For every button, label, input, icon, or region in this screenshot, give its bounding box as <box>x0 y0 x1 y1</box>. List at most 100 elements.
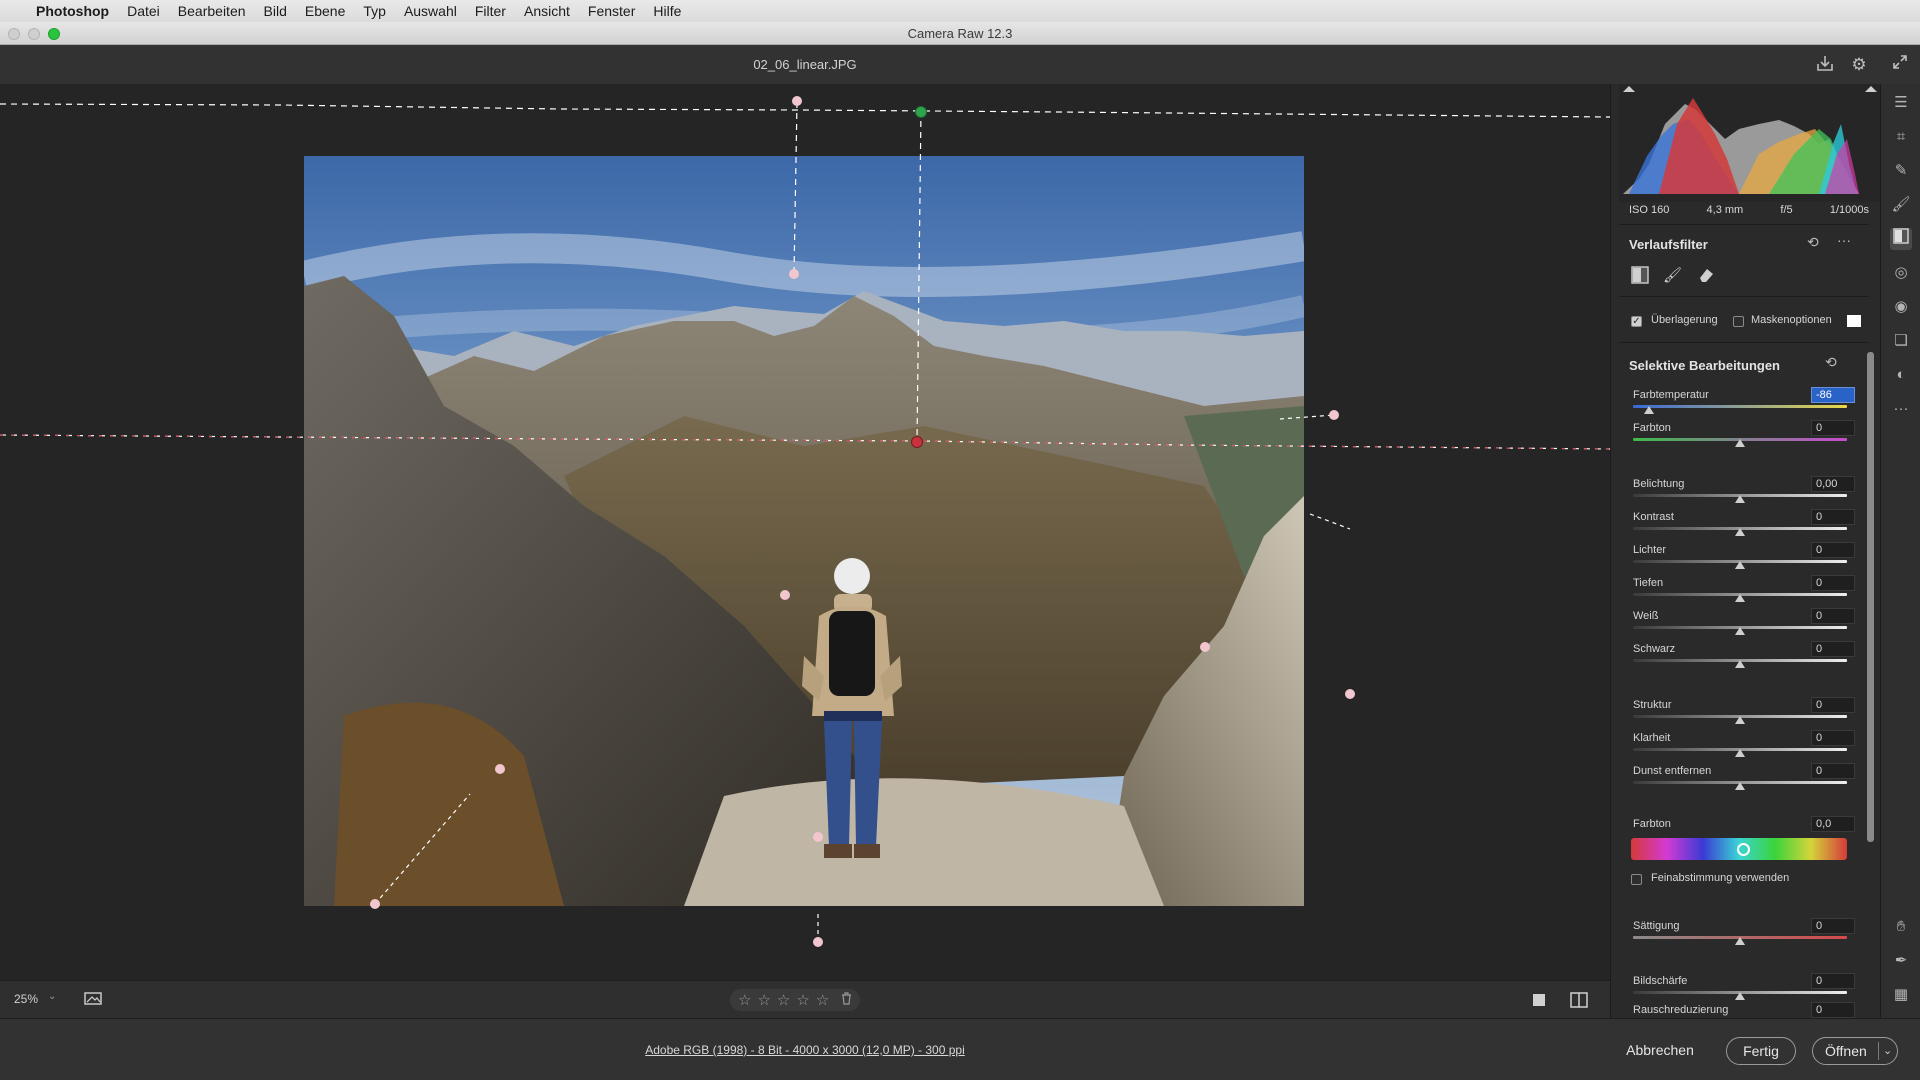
slider-value-input[interactable]: 0 <box>1811 973 1855 989</box>
star-5[interactable]: ☆ <box>816 991 829 1009</box>
slider-thumb[interactable] <box>1735 992 1745 1000</box>
mask-color-swatch[interactable] <box>1847 315 1861 327</box>
slider-saettigung[interactable]: Sättigung 0 <box>1633 918 1855 946</box>
menu-item-auswahl[interactable]: Auswahl <box>404 3 457 19</box>
slider-thumb[interactable] <box>1735 528 1745 536</box>
slider-thumb[interactable] <box>1735 561 1745 569</box>
slider-tiefen[interactable]: Tiefen 0 <box>1633 575 1855 603</box>
gradient-end-line[interactable] <box>0 103 1610 118</box>
slider-thumb[interactable] <box>1735 495 1745 503</box>
menu-item-hilfe[interactable]: Hilfe <box>653 3 681 19</box>
filmstrip-icon[interactable] <box>84 990 104 1013</box>
menu-app-name[interactable]: Photoshop <box>36 3 109 19</box>
slider-belichtung[interactable]: Belichtung 0,00 <box>1633 476 1855 504</box>
slider-value-input[interactable]: 0 <box>1811 420 1855 436</box>
done-button[interactable]: Fertig <box>1726 1037 1796 1065</box>
zoom-level[interactable]: 25% <box>14 992 38 1006</box>
image-canvas[interactable] <box>0 84 1610 980</box>
eraser-icon[interactable] <box>1697 266 1715 289</box>
red-eye-icon[interactable]: ◉ <box>1890 296 1912 318</box>
range-handle-right[interactable] <box>1200 642 1210 652</box>
slider-value-input[interactable]: 0 <box>1811 697 1855 713</box>
chevron-down-icon[interactable]: ⌄ <box>1878 1042 1892 1060</box>
hand-icon[interactable]: ✋︎ <box>1890 916 1912 938</box>
slider-thumb[interactable] <box>1735 749 1745 757</box>
slider-value-input[interactable]: 0 <box>1811 608 1855 624</box>
single-view-icon[interactable] <box>1532 993 1546 1012</box>
slider-value-input[interactable]: 0 <box>1811 918 1855 934</box>
compare-view-icon[interactable] <box>1570 992 1588 1013</box>
adjustment-brush-icon[interactable]: 🖌︎ <box>1890 194 1912 216</box>
menu-item-datei[interactable]: Datei <box>127 3 160 19</box>
star-4[interactable]: ☆ <box>796 991 809 1009</box>
graduated-filter-icon[interactable] <box>1890 228 1912 250</box>
range-handle-lower-left[interactable] <box>495 764 505 774</box>
graduated-filter-overlay[interactable] <box>0 84 1610 980</box>
range-handle-left[interactable] <box>780 590 790 600</box>
slider-thumb[interactable] <box>1644 406 1654 414</box>
spot-removal-icon[interactable]: ✎ <box>1890 160 1912 182</box>
slider-schwarz[interactable]: Schwarz 0 <box>1633 641 1855 669</box>
slider-thumb[interactable] <box>1735 716 1745 724</box>
crop-icon[interactable]: ⌗ <box>1890 126 1912 148</box>
slider-lichter[interactable]: Lichter 0 <box>1633 542 1855 570</box>
gradient-tool-icon[interactable] <box>1631 266 1649 289</box>
color-sampler-icon[interactable]: ✒ <box>1890 950 1912 972</box>
menu-item-fenster[interactable]: Fenster <box>588 3 635 19</box>
slider-track[interactable] <box>1633 405 1847 408</box>
color-tint-control[interactable]: Farbton 0,0 <box>1631 816 1855 860</box>
start-pin[interactable] <box>911 436 923 448</box>
slider-value-input[interactable]: 0 <box>1811 575 1855 591</box>
cancel-button[interactable]: Abbrechen <box>1610 1037 1710 1065</box>
menu-item-typ[interactable]: Typ <box>363 3 386 19</box>
slider-value-input[interactable]: 0 <box>1811 730 1855 746</box>
slider-rauschreduzierung[interactable]: Rauschreduzierung 0 <box>1633 1002 1855 1018</box>
more-options-icon[interactable]: ··· <box>1837 232 1851 248</box>
slider-thumb[interactable] <box>1735 627 1745 635</box>
slider-thumb[interactable] <box>1735 594 1745 602</box>
rating-stars[interactable]: ☆ ☆ ☆ ☆ ☆ <box>730 989 861 1011</box>
reset-icon[interactable]: ⟲ <box>1807 234 1819 251</box>
chevron-down-icon[interactable]: ⌄ <box>48 991 56 1002</box>
slider-value-input[interactable]: 0,00 <box>1811 476 1855 492</box>
fine-tune-checkbox[interactable] <box>1631 874 1642 885</box>
star-1[interactable]: ☆ <box>738 991 751 1009</box>
range-handle-top[interactable] <box>789 269 799 279</box>
minimize-window-button[interactable] <box>28 28 40 40</box>
save-icon[interactable] <box>1814 54 1836 76</box>
menu-item-bild[interactable]: Bild <box>264 3 287 19</box>
menu-item-bearbeiten[interactable]: Bearbeiten <box>178 3 246 19</box>
slider-thumb[interactable] <box>1735 439 1745 447</box>
snapshots-icon[interactable]: ◐ <box>1890 364 1912 386</box>
range-handle-upper-right[interactable] <box>1329 410 1339 420</box>
slider-bildschaerfe[interactable]: Bildschärfe 0 <box>1633 973 1855 1001</box>
slider-thumb[interactable] <box>1735 782 1745 790</box>
close-window-button[interactable] <box>8 28 20 40</box>
slider-thumb[interactable] <box>1735 660 1745 668</box>
range-handle-outside[interactable] <box>813 937 823 947</box>
slider-weiss[interactable]: Weiß 0 <box>1633 608 1855 636</box>
slider-value-input[interactable]: 0 <box>1811 542 1855 558</box>
color-value-input[interactable]: 0,0 <box>1811 816 1855 832</box>
slider-value-input[interactable]: 0 <box>1811 1002 1855 1018</box>
slider-value-input[interactable]: 0 <box>1811 641 1855 657</box>
menu-item-ebene[interactable]: Ebene <box>305 3 345 19</box>
slider-struktur[interactable]: Struktur 0 <box>1633 697 1855 725</box>
edit-sliders-icon[interactable]: ☰ <box>1890 92 1912 114</box>
workflow-options-link[interactable]: Adobe RGB (1998) - 8 Bit - 4000 x 3000 (… <box>0 1043 1610 1057</box>
slider-kontrast[interactable]: Kontrast 0 <box>1633 509 1855 537</box>
slider-farbton[interactable]: Farbton 0 <box>1633 420 1855 448</box>
rotate-handle[interactable] <box>792 96 802 106</box>
slider-value-input[interactable]: 0 <box>1811 763 1855 779</box>
slider-value-input[interactable]: 0 <box>1811 509 1855 525</box>
range-handle-bottom[interactable] <box>813 832 823 842</box>
gear-icon[interactable]: ⚙ <box>1848 54 1870 76</box>
more-tools-icon[interactable]: ··· <box>1890 398 1912 420</box>
radial-filter-icon[interactable]: ◎ <box>1890 262 1912 284</box>
fullscreen-icon[interactable] <box>1889 54 1911 76</box>
presets-icon[interactable]: ❏ <box>1890 330 1912 352</box>
slider-value-input[interactable]: -86 <box>1811 387 1855 403</box>
zoom-window-button[interactable] <box>48 28 60 40</box>
reset-section-icon[interactable]: ⟲ <box>1825 354 1837 371</box>
slider-farbtemperatur[interactable]: Farbtemperatur -86 <box>1633 387 1855 415</box>
